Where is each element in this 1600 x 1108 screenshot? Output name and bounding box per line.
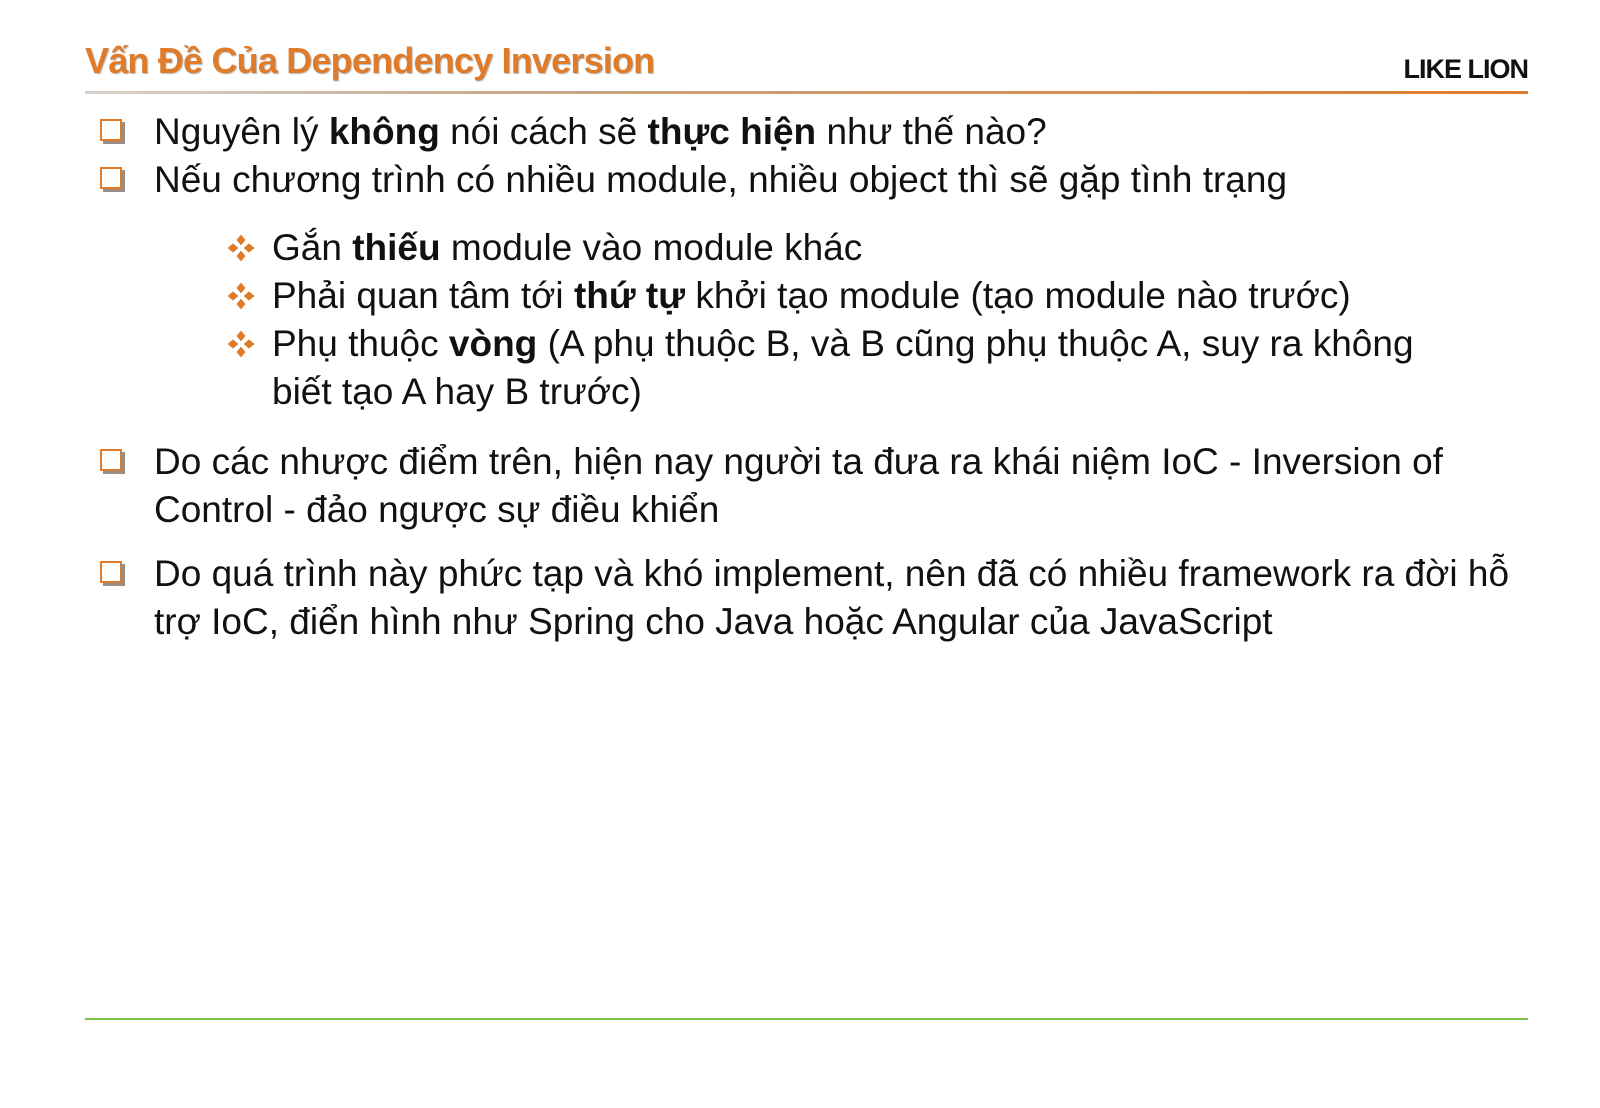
four-diamond-icon <box>226 233 256 263</box>
checkbox-square-icon <box>100 561 122 583</box>
sub-bullet-item: Gắn thiếu module vào module khác <box>224 224 1540 272</box>
bullet-item: Nếu chương trình có nhiều module, nhiều … <box>100 156 1540 204</box>
checkbox-square-icon <box>100 449 122 471</box>
sub-bullet-text: Gắn thiếu module vào module khác <box>272 227 863 268</box>
bullet-item: Do các nhược điểm trên, hiện nay người t… <box>100 438 1540 534</box>
four-diamond-icon <box>226 281 256 311</box>
bullet-text: Nếu chương trình có nhiều module, nhiều … <box>154 159 1288 200</box>
slide: Vấn Đề Của Dependency Inversion LIKE LIO… <box>0 0 1600 1108</box>
sub-bullet-text: Phụ thuộc vòng (A phụ thuộc B, và B cũng… <box>272 323 1414 412</box>
sub-bullet-list: Gắn thiếu module vào module khác Phải qu… <box>224 224 1540 416</box>
checkbox-square-icon <box>100 167 122 189</box>
header-divider <box>85 91 1528 94</box>
bullet-text: Do các nhược điểm trên, hiện nay người t… <box>154 441 1443 530</box>
four-diamond-icon <box>226 329 256 359</box>
slide-title: Vấn Đề Của Dependency Inversion <box>85 40 655 81</box>
slide-body: Nguyên lý không nói cách sẽ thực hiện nh… <box>100 108 1540 646</box>
bullet-text: Nguyên lý không nói cách sẽ thực hiện nh… <box>154 111 1047 152</box>
brand-logo: LIKE LION <box>1403 54 1529 84</box>
bullet-text: Do quá trình này phức tạp và khó impleme… <box>154 553 1510 642</box>
bullet-item: Do quá trình này phức tạp và khó impleme… <box>100 550 1540 646</box>
sub-bullet-text: Phải quan tâm tới thứ tự khởi tạo module… <box>272 275 1351 316</box>
sub-bullet-item: Phụ thuộc vòng (A phụ thuộc B, và B cũng… <box>224 320 1540 416</box>
checkbox-square-icon <box>100 119 122 141</box>
footer-divider <box>85 1018 1528 1020</box>
sub-bullet-item: Phải quan tâm tới thứ tự khởi tạo module… <box>224 272 1540 320</box>
bullet-item: Nguyên lý không nói cách sẽ thực hiện nh… <box>100 108 1540 156</box>
